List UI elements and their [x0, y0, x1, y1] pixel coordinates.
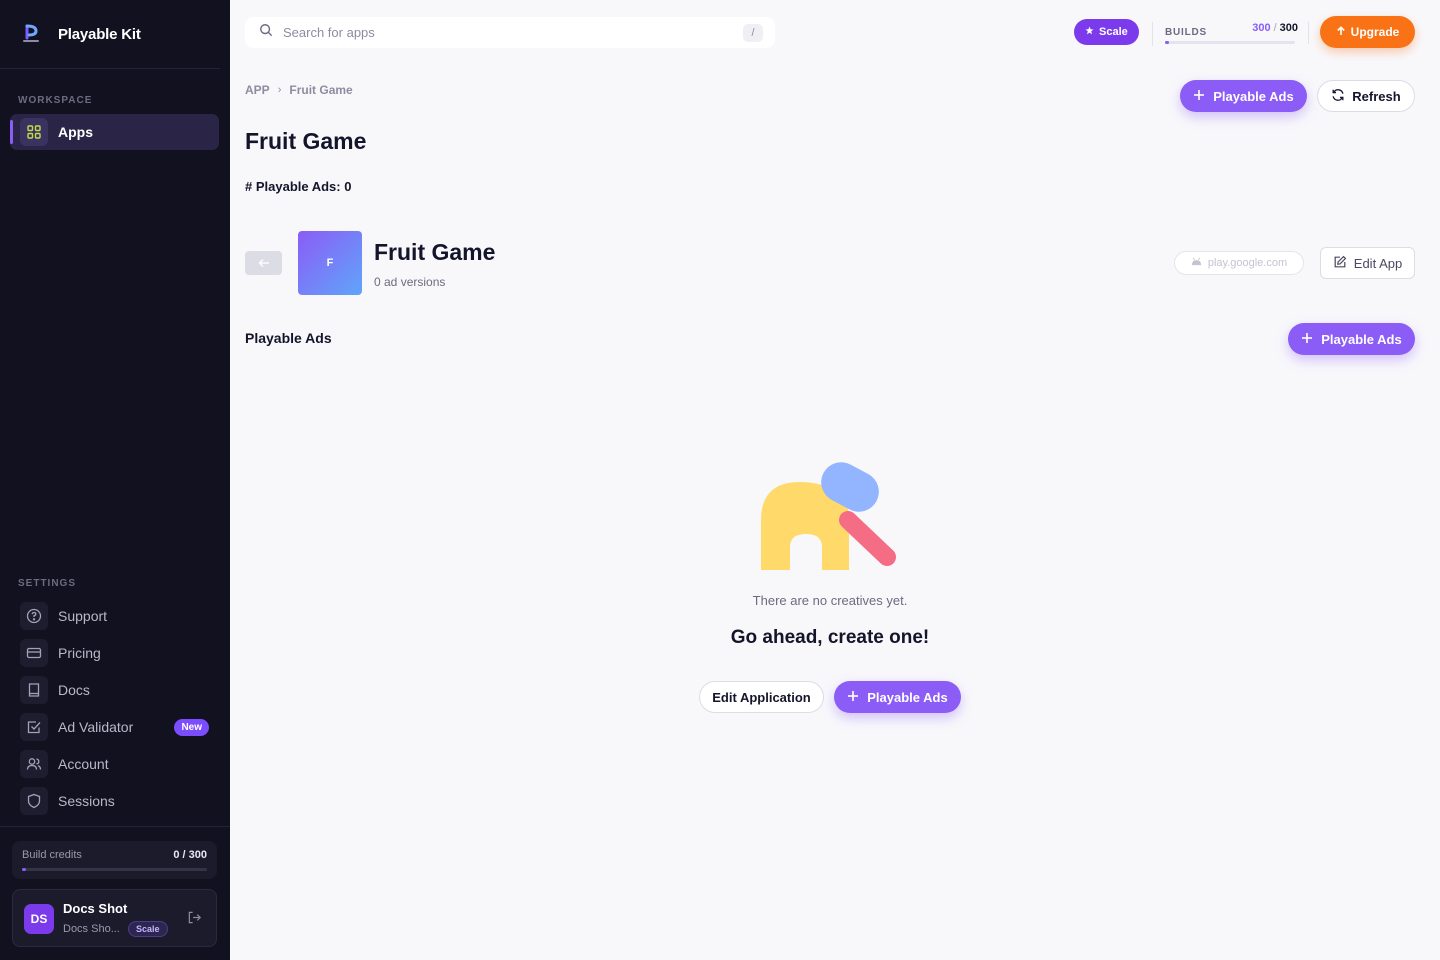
edit-application-label: Edit Application — [712, 689, 811, 705]
builds-total: 300 — [1279, 22, 1298, 34]
android-icon — [1191, 257, 1202, 269]
arrow-up-icon — [1336, 25, 1346, 39]
playable-ads-count: # Playable Ads: 0 — [245, 179, 352, 194]
sidebar-item-label: Pricing — [58, 645, 101, 661]
book-icon — [20, 676, 48, 704]
workspace-section-label: WORKSPACE — [18, 95, 93, 106]
breadcrumb-root[interactable]: APP — [245, 83, 270, 97]
builds-used: 300 — [1252, 22, 1271, 34]
section-create-playable-ad-button[interactable]: Playable Ads — [1288, 323, 1415, 355]
empty-create-playable-ad-button[interactable]: Playable Ads — [834, 681, 961, 713]
app-name: Fruit Game — [374, 239, 496, 265]
build-credits-value: 0 / 300 — [173, 849, 207, 861]
sidebar-item-apps[interactable]: Apps — [10, 114, 219, 150]
plus-icon — [847, 690, 859, 705]
app-icon: F — [298, 231, 362, 295]
search-shortcut-key: / — [743, 24, 763, 42]
empty-state-heading: Go ahead, create one! — [730, 627, 930, 648]
build-credits-bar — [22, 868, 207, 871]
upgrade-label: Upgrade — [1350, 25, 1400, 39]
help-circle-icon — [20, 602, 48, 630]
builds-bar-fill — [1165, 41, 1169, 44]
empty-state-text: There are no creatives yet. — [752, 593, 908, 608]
user-card[interactable]: DS Docs Shot Docs Sho... Scale — [12, 889, 217, 947]
create-playable-ad-button[interactable]: Playable Ads — [1180, 80, 1307, 112]
sidebar-item-sessions[interactable]: Sessions — [20, 783, 219, 819]
upgrade-button[interactable]: Upgrade — [1320, 16, 1415, 48]
builds-bar — [1165, 41, 1295, 44]
store-link-label: play.google.com — [1207, 257, 1288, 269]
sidebar-item-docs[interactable]: Docs — [20, 672, 219, 708]
breadcrumb-current: Fruit Game — [289, 83, 353, 97]
playable-ads-section-title: Playable Ads — [245, 330, 332, 346]
edit-app-button[interactable]: Edit App — [1320, 247, 1415, 279]
search-input[interactable] — [283, 25, 713, 40]
plan-label: Scale — [1099, 26, 1128, 38]
sidebar: Playable Kit WORKSPACE Apps SETTINGS Sup… — [0, 0, 230, 960]
empty-create-playable-ad-label: Playable Ads — [867, 689, 948, 705]
edit-icon — [1333, 255, 1347, 272]
plan-badge[interactable]: Scale — [1074, 19, 1139, 45]
sidebar-item-label: Support — [58, 608, 108, 624]
search-icon — [259, 23, 273, 42]
settings-section-label: SETTINGS — [18, 578, 77, 589]
playable-kit-logo-icon — [20, 23, 42, 45]
star-icon — [1085, 26, 1094, 38]
user-name: Docs Shot — [63, 901, 128, 916]
sidebar-item-ad-validator[interactable]: Ad Validator New — [20, 709, 219, 745]
builds-count: 300/300 — [1252, 22, 1298, 34]
sidebar-divider — [0, 826, 230, 827]
users-icon — [20, 750, 48, 778]
create-playable-ad-label: Playable Ads — [1213, 88, 1294, 104]
edit-application-button[interactable]: Edit Application — [699, 681, 824, 713]
user-workspace: Docs Sho... — [63, 923, 120, 935]
shield-icon — [20, 787, 48, 815]
avatar: DS — [24, 904, 54, 934]
plus-icon — [1301, 332, 1313, 347]
credit-card-icon — [20, 639, 48, 667]
sidebar-item-label: Apps — [58, 124, 93, 140]
arrow-left-icon — [258, 256, 270, 271]
build-credits-label: Build credits — [22, 849, 82, 861]
search-box[interactable]: / — [245, 17, 775, 48]
logout-icon[interactable] — [187, 910, 202, 930]
breadcrumb: APP › Fruit Game — [245, 83, 353, 97]
builds-separator: / — [1273, 22, 1277, 34]
builds-label: BUILDS — [1165, 27, 1208, 38]
refresh-icon — [1331, 88, 1345, 105]
sidebar-item-label: Ad Validator — [58, 719, 134, 735]
page-title: Fruit Game — [245, 128, 367, 154]
brand-name: Playable Kit — [58, 25, 141, 43]
user-plan-badge: Scale — [128, 921, 168, 937]
check-square-icon — [20, 713, 48, 741]
sidebar-item-pricing[interactable]: Pricing — [20, 635, 219, 671]
section-create-playable-ad-label: Playable Ads — [1321, 331, 1402, 347]
app-ad-versions: 0 ad versions — [374, 275, 446, 289]
sidebar-item-label: Sessions — [58, 793, 115, 809]
plus-icon — [1193, 89, 1205, 104]
sidebar-item-label: Docs — [58, 682, 90, 698]
topbar: / Scale BUILDS 300/300 Upgrade — [230, 0, 1440, 58]
refresh-button[interactable]: Refresh — [1317, 80, 1415, 112]
brand[interactable]: Playable Kit — [0, 0, 220, 69]
grid-icon — [20, 118, 48, 146]
sidebar-item-support[interactable]: Support — [20, 598, 219, 634]
new-badge: New — [174, 718, 209, 736]
build-credits: Build credits 0 / 300 — [12, 841, 217, 879]
sidebar-item-account[interactable]: Account — [20, 746, 219, 782]
builds-meter: BUILDS 300/300 — [1152, 22, 1309, 46]
sidebar-item-label: Account — [58, 756, 109, 772]
build-credits-fill — [22, 868, 26, 871]
empty-state-illustration — [760, 462, 900, 572]
breadcrumb-separator: › — [277, 84, 282, 96]
store-link[interactable]: play.google.com — [1174, 251, 1304, 275]
back-button[interactable] — [245, 251, 282, 275]
edit-app-label: Edit App — [1353, 255, 1403, 271]
refresh-label: Refresh — [1352, 88, 1401, 104]
